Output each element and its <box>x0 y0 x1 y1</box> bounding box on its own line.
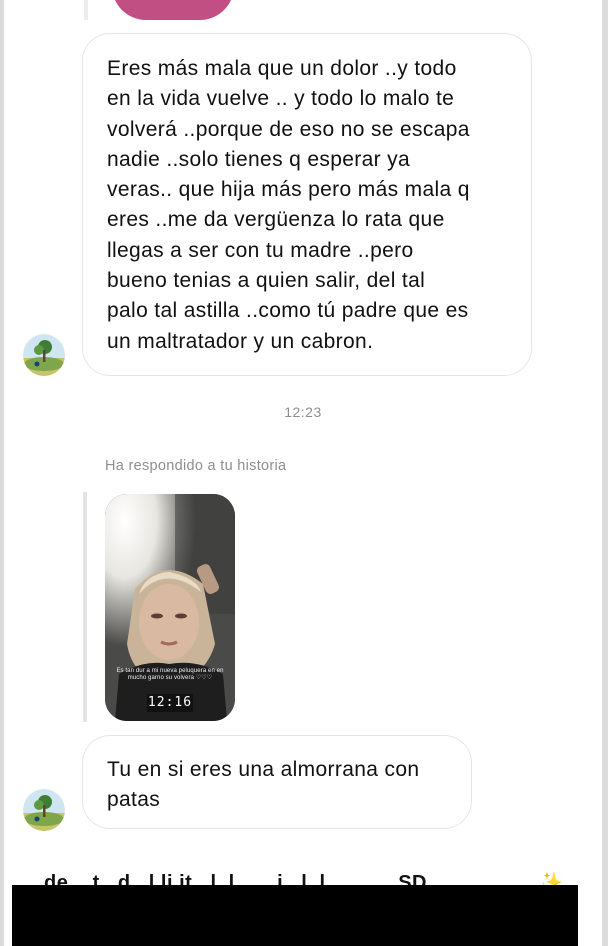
message-timestamp: 12:23 <box>284 404 322 420</box>
message-line: Tu en si eres una almorrana con <box>107 758 420 781</box>
message-line: patas <box>107 788 161 812</box>
story-reply-line <box>83 492 87 722</box>
story-caption: Es tan dur a mi nueva peluquera en en mu… <box>116 668 224 681</box>
message-line: palo tal astilla ..como tú padre que es <box>107 299 469 323</box>
story-reply-label: Ha respondido a tu historia <box>105 458 287 474</box>
message-line: eres ..me da vergüenza lo rata que <box>107 208 445 232</box>
message-line: veras.. que hija más pero más mala q <box>107 178 470 202</box>
message-line: bueno tenias a quien salir, del tal <box>107 269 426 293</box>
message-line: en la vida vuelve .. y todo lo malo te <box>107 87 455 111</box>
profile-avatar-icon[interactable] <box>23 789 65 831</box>
message-line: nadie ..solo tienes q esperar ya <box>107 147 411 171</box>
previous-media-preview[interactable] <box>112 0 234 20</box>
story-thumbnail[interactable]: Es tan dur a mi nueva peluquera en en mu… <box>105 494 235 721</box>
message-line: un maltratador y un cabron. <box>107 329 374 353</box>
story-time-overlay: 12:16 <box>147 694 193 712</box>
reply-thread-line <box>84 0 88 20</box>
redaction-bar <box>12 885 578 946</box>
message-bubble[interactable]: Tu en si eres una almorrana con patas <box>82 735 472 829</box>
message-bubble[interactable]: Eres más mala que un dolor ..y todo en l… <box>82 33 532 376</box>
chat-thread: Eres más mala que un dolor ..y todo en l… <box>4 0 602 946</box>
profile-avatar-icon[interactable] <box>23 334 65 376</box>
message-line: Eres más mala que un dolor ..y todo <box>107 57 457 80</box>
message-line: volverá ..porque de eso no se escapa <box>107 117 470 141</box>
message-line: llegas a ser con tu madre ..pero <box>107 238 414 262</box>
